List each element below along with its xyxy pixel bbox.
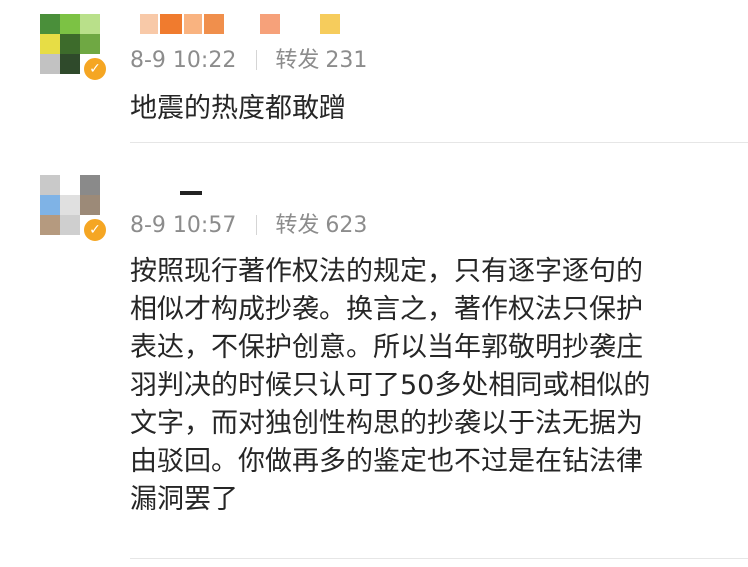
redaction-block <box>180 191 202 195</box>
repost-label[interactable]: 转发 <box>275 48 319 73</box>
avatar-pixel <box>40 215 60 235</box>
avatar-pixel <box>40 195 60 215</box>
redaction-block <box>160 14 182 34</box>
redaction-block <box>140 14 158 34</box>
meta-separator <box>256 215 258 235</box>
comment-item: ✓ 8-9 10:57 转发 623 按照现行著作权法的规定，只有逐字逐句的 相似才… <box>0 165 748 565</box>
repost-count[interactable]: 623 <box>325 213 367 238</box>
meta-separator <box>256 50 258 70</box>
avatar-pixel <box>60 215 80 235</box>
avatar-pixel <box>80 195 100 215</box>
avatar-pixel <box>60 54 80 74</box>
comment-meta: 8-9 10:57 转发 623 <box>130 207 367 239</box>
avatar-pixel <box>60 175 80 195</box>
avatar-pixel <box>80 14 100 34</box>
avatar-pixel <box>80 175 100 195</box>
redaction-block <box>260 14 280 34</box>
avatar-pixel <box>80 34 100 54</box>
avatar-pixel <box>40 54 60 74</box>
repost-count[interactable]: 231 <box>325 48 367 73</box>
comment-meta: 8-9 10:22 转发 231 <box>130 42 367 74</box>
repost-label[interactable]: 转发 <box>275 213 319 238</box>
avatar-pixel <box>60 34 80 54</box>
avatar-pixel <box>60 14 80 34</box>
comment-divider <box>130 142 748 143</box>
username-redacted[interactable] <box>130 14 350 40</box>
avatar-pixel <box>40 14 60 34</box>
comment-text: 按照现行著作权法的规定，只有逐字逐句的 相似才构成抄袭。换言之，著作权法只保护 … <box>130 256 651 515</box>
redaction-block <box>320 14 340 34</box>
redaction-block <box>184 14 202 34</box>
avatar-pixel <box>60 195 80 215</box>
comment-text: 地震的热度都敢蹭 <box>130 93 346 124</box>
comment-timestamp: 8-9 10:22 <box>130 48 237 73</box>
avatar-pixel <box>40 175 60 195</box>
avatar[interactable]: ✓ <box>40 175 108 243</box>
comment-item: ✓ 8-9 10:22 转发 231 地震的热度都敢蹭 <box>0 0 748 150</box>
verified-badge-icon: ✓ <box>82 217 108 243</box>
redaction-block <box>204 14 224 34</box>
avatar[interactable]: ✓ <box>40 14 108 82</box>
comment-divider <box>130 558 748 559</box>
comment-timestamp: 8-9 10:57 <box>130 213 237 238</box>
verified-badge-icon: ✓ <box>82 56 108 82</box>
avatar-pixel <box>40 34 60 54</box>
